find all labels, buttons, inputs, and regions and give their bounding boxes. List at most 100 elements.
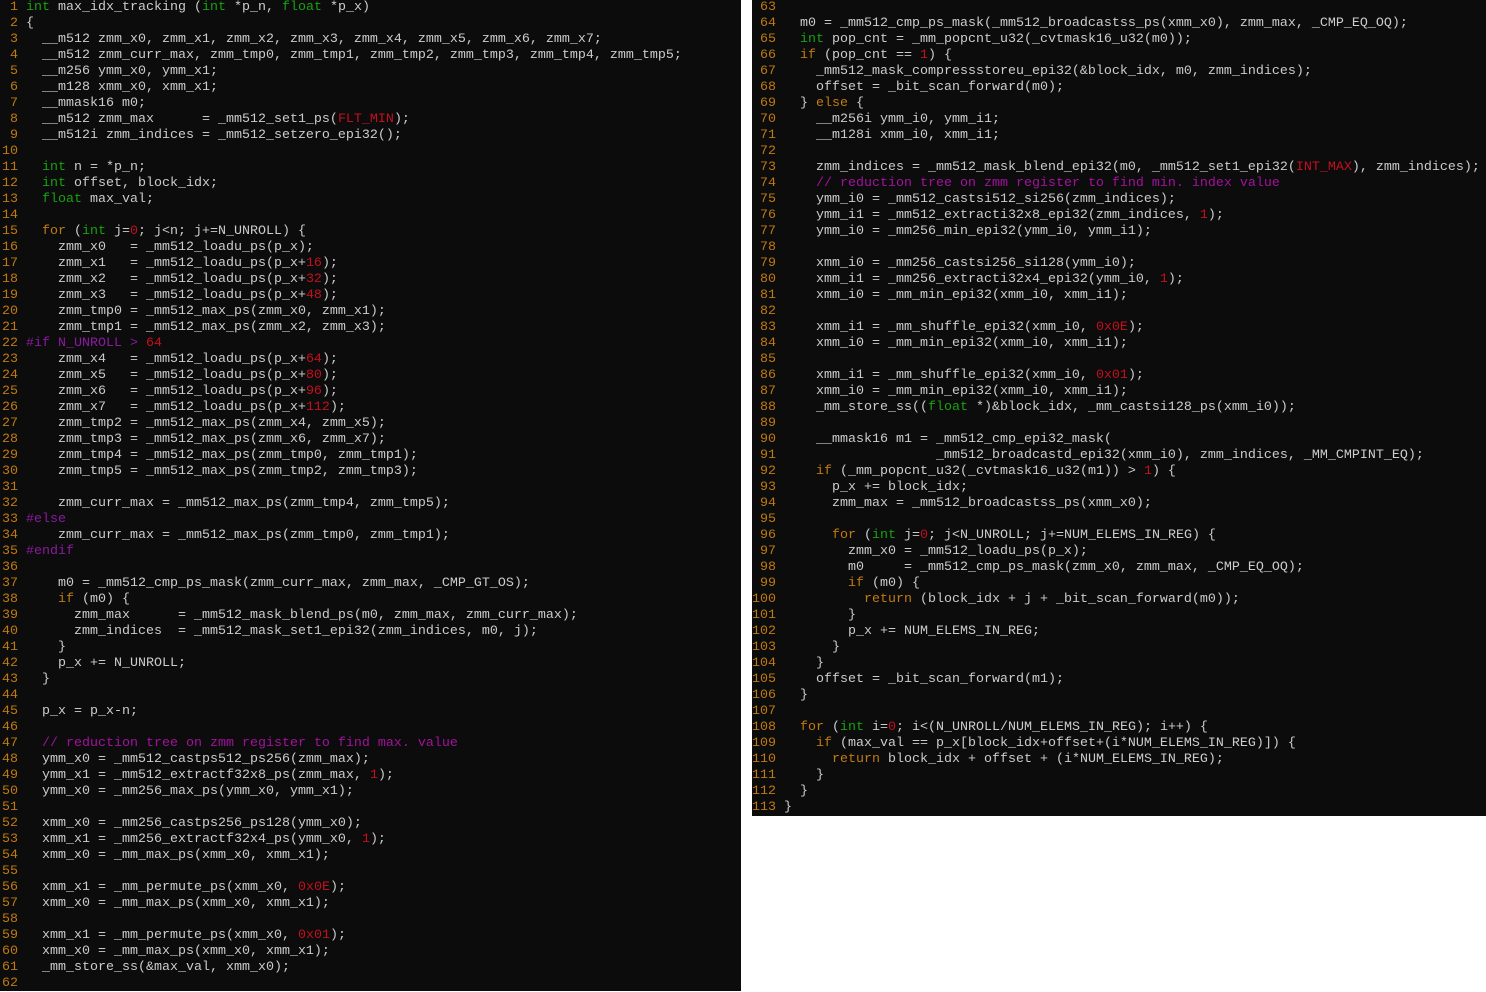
line-number: 47 [2, 736, 18, 751]
code-token: (pop_cnt == [816, 48, 920, 63]
code-text: } else { [784, 96, 864, 112]
literal: 0x01 [297, 928, 330, 943]
type-keyword: int [840, 720, 864, 735]
code-line: 2{ [0, 16, 741, 32]
line-number: 93 [760, 480, 776, 495]
code-text: offset = _bit_scan_forward(m1); [784, 672, 1064, 688]
line-number: 54 [2, 848, 18, 863]
code-line: 54 xmm_x0 = _mm_max_ps(xmm_x0, xmm_x1); [0, 848, 741, 864]
code-line: 49 ymm_x1 = _mm512_extractf32x8_ps(zmm_m… [0, 768, 741, 784]
code-line: 89 [752, 416, 1486, 432]
line-number: 49 [2, 768, 18, 783]
code-token: zmm_x2 = _mm512_loadu_ps(p_x+ [26, 272, 306, 287]
code-text: } [784, 656, 824, 672]
line-number: 58 [2, 912, 18, 927]
line-number: 69 [760, 96, 776, 111]
code-text: zmm_max = _mm512_broadcastss_ps(xmm_x0); [784, 496, 1152, 512]
code-text: #else [26, 512, 66, 528]
preprocessor-directive: #else [26, 512, 66, 527]
line-number: 65 [760, 32, 776, 47]
code-token: (_mm_popcnt_u32(_cvtmask16_u32(m1)) > [832, 464, 1144, 479]
literal: 1 [919, 48, 928, 63]
code-text: zmm_x6 = _mm512_loadu_ps(p_x+96); [26, 384, 338, 400]
code-line: 7 __mmask16 m0; [0, 96, 741, 112]
control-keyword: if [816, 464, 832, 479]
code-line: 14 [0, 208, 741, 224]
code-line: 107 [752, 704, 1486, 720]
code-token: ); [321, 384, 338, 399]
line-number: 21 [2, 320, 18, 335]
line-number: 59 [2, 928, 18, 943]
code-line: 9 __m512i zmm_indices = _mm512_setzero_e… [0, 128, 741, 144]
control-keyword: if [58, 592, 74, 607]
code-line: 4 __m512 zmm_curr_max, zmm_tmp0, zmm_tmp… [0, 48, 741, 64]
code-line: 6 __m128 xmm_x0, xmm_x1; [0, 80, 741, 96]
code-text: xmm_x0 = _mm_max_ps(xmm_x0, xmm_x1); [26, 896, 330, 912]
line-number: 42 [2, 656, 18, 671]
code-token: i= [864, 720, 888, 735]
line-number: 7 [10, 96, 18, 111]
code-text: xmm_x1 = _mm256_extractf32x4_ps(ymm_x0, … [26, 832, 386, 848]
type-keyword: float [281, 0, 322, 15]
code-text: m0 = _mm512_cmp_ps_mask(_mm512_broadcast… [784, 16, 1408, 32]
literal: 0 [888, 720, 896, 735]
code-text: } [26, 640, 66, 656]
line-number: 38 [2, 592, 18, 607]
code-text: xmm_x0 = _mm_max_ps(xmm_x0, xmm_x1); [26, 944, 330, 960]
line-number: 77 [760, 224, 776, 239]
code-text: zmm_tmp2 = _mm512_max_ps(zmm_x4, zmm_x5)… [26, 416, 386, 432]
code-text: ymm_i0 = _mm256_min_epi32(ymm_i0, ymm_i1… [784, 224, 1152, 240]
code-line: 106 } [752, 688, 1486, 704]
code-line: 80 xmm_i1 = _mm256_extracti32x4_epi32(ym… [752, 272, 1486, 288]
code-text: xmm_i1 = _mm256_extracti32x4_epi32(ymm_i… [784, 272, 1184, 288]
code-token: __mmask16 m0; [26, 96, 146, 111]
code-text: __m512 zmm_x0, zmm_x1, zmm_x2, zmm_x3, z… [26, 32, 602, 48]
code-text: zmm_curr_max = _mm512_max_ps(zmm_tmp4, z… [26, 496, 450, 512]
line-number: 10 [2, 144, 18, 159]
control-keyword: for [800, 720, 824, 735]
code-text: int max_idx_tracking (int *p_n, float *p… [26, 0, 370, 16]
code-text: p_x += NUM_ELEMS_IN_REG; [784, 624, 1040, 640]
code-text: } [784, 800, 792, 816]
code-line: 84 xmm_i0 = _mm_min_epi32(xmm_i0, xmm_i1… [752, 336, 1486, 352]
line-number: 105 [752, 672, 776, 687]
code-text: zmm_indices = _mm512_mask_blend_epi32(m0… [784, 160, 1480, 176]
code-token: xmm_x1 = _mm_permute_ps(xmm_x0, [26, 880, 298, 895]
line-number: 94 [760, 496, 776, 511]
code-text: xmm_i1 = _mm_shuffle_epi32(xmm_i0, 0x01)… [784, 368, 1144, 384]
code-text: m0 = _mm512_cmp_ps_mask(zmm_curr_max, zm… [26, 576, 530, 592]
code-token: __mmask16 m1 = _mm512_cmp_epi32_mask( [784, 432, 1112, 447]
code-text: int offset, block_idx; [26, 176, 218, 192]
code-text: m0 = _mm512_cmp_ps_mask(zmm_x0, zmm_max,… [784, 560, 1304, 576]
code-line: 47 // reduction tree on zmm register to … [0, 736, 741, 752]
code-token: ; j<n; j+=N_UNROLL) { [138, 224, 306, 239]
code-text: } [26, 672, 50, 688]
code-line: 57 xmm_x0 = _mm_max_ps(xmm_x0, xmm_x1); [0, 896, 741, 912]
line-number: 81 [760, 288, 776, 303]
line-number: 18 [2, 272, 18, 287]
line-number: 34 [2, 528, 18, 543]
code-text: __mmask16 m0; [26, 96, 146, 112]
type-keyword: int [82, 224, 106, 239]
code-line: 3 __m512 zmm_x0, zmm_x1, zmm_x2, zmm_x3,… [0, 32, 741, 48]
code-line: 98 m0 = _mm512_cmp_ps_mask(zmm_x0, zmm_m… [752, 560, 1486, 576]
literal: 48 [305, 288, 322, 303]
code-token: *p_n, [225, 0, 282, 15]
code-token: zmm_curr_max = _mm512_max_ps(zmm_tmp0, z… [26, 528, 450, 543]
line-number: 37 [2, 576, 18, 591]
code-token: __m512 zmm_x0, zmm_x1, zmm_x2, zmm_x3, z… [26, 32, 602, 47]
code-text: zmm_curr_max = _mm512_max_ps(zmm_tmp0, z… [26, 528, 450, 544]
line-number: 84 [760, 336, 776, 351]
code-token: xmm_i1 = _mm_shuffle_epi32(xmm_i0, [784, 320, 1096, 335]
line-number: 29 [2, 448, 18, 463]
line-number: 36 [2, 560, 18, 575]
code-token: max_idx_tracking ( [50, 0, 202, 15]
code-text: xmm_x0 = _mm_max_ps(xmm_x0, xmm_x1); [26, 848, 330, 864]
code-token: } [26, 640, 66, 655]
code-token: } [784, 608, 856, 623]
